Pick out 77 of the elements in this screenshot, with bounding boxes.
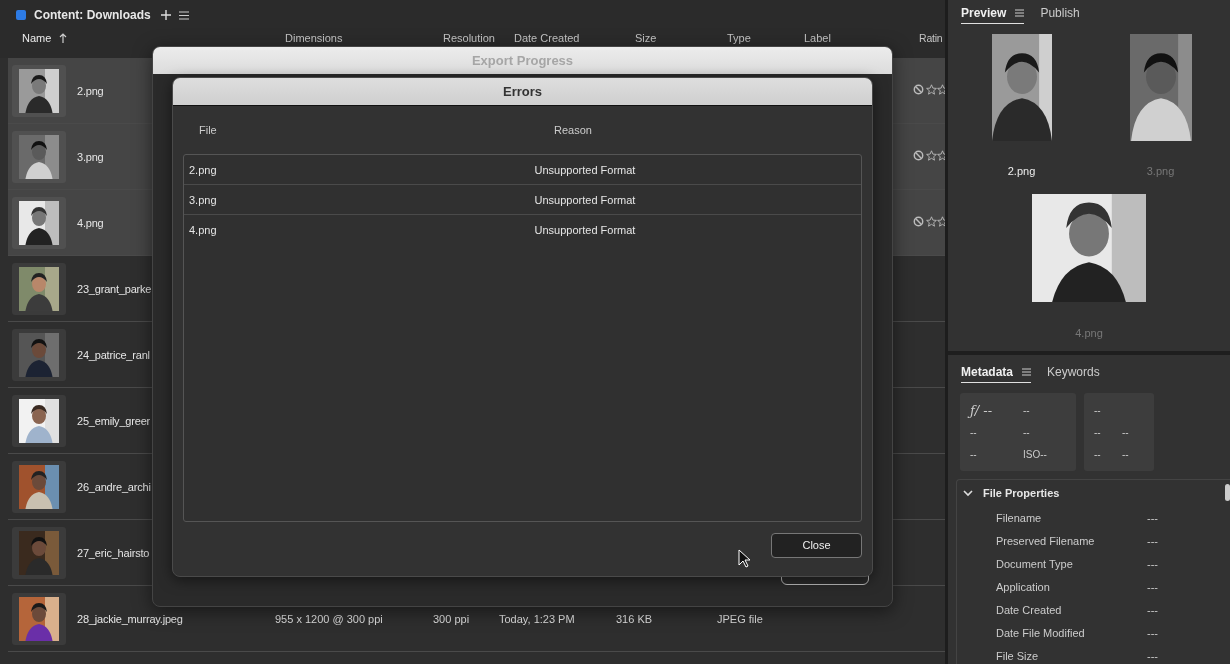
file-name: 2.png (77, 84, 104, 97)
close-button[interactable]: Close (771, 532, 862, 558)
table-cell-text: 955 x 1200 @ 300 ppi (275, 612, 384, 625)
property-value: --- (1147, 603, 1158, 616)
file-name: 23_grant_parke (77, 282, 152, 295)
reject-icon[interactable] (913, 216, 924, 227)
camera-value: -- (1094, 426, 1102, 438)
column-header[interactable]: Type (727, 32, 751, 44)
table-cell-text: Unsupported Format (533, 193, 637, 206)
table-cell-text: Unsupported Format (533, 163, 637, 176)
file-name: 3.png (77, 150, 104, 163)
reject-icon[interactable] (913, 84, 924, 95)
panel-tab[interactable]: Publish (1040, 6, 1080, 24)
camera-value: -- (970, 448, 978, 460)
file-name: 25_emily_greer (77, 414, 151, 427)
sort-arrow-icon[interactable] (59, 33, 68, 43)
property-value: --- (1147, 534, 1158, 547)
table-cell-text: 300 ppi (433, 612, 471, 625)
table-cell-text: 4.png (188, 223, 218, 236)
panel-icon (16, 10, 26, 20)
section-title[interactable]: File Properties (983, 487, 1060, 499)
star-rating-icon[interactable] (926, 84, 945, 95)
property-label: Filename (995, 511, 1043, 524)
column-header: File (198, 124, 218, 136)
column-header[interactable]: Date Created (514, 32, 580, 44)
camera-value: -- (1094, 448, 1102, 460)
camera-value: -- (1023, 404, 1031, 416)
scrollbar-thumb[interactable] (1225, 484, 1230, 501)
panel-tab[interactable]: Metadata (961, 365, 1031, 383)
file-name: 28_jackie_murray.jpeg (77, 612, 183, 625)
column-header[interactable]: Size (635, 32, 657, 44)
dialog-title: Export Progress (153, 47, 892, 74)
property-label: Date Created (995, 603, 1063, 616)
column-header[interactable]: Resolution (443, 32, 495, 44)
property-value: --- (1147, 580, 1158, 593)
property-value: --- (1147, 511, 1158, 524)
column-header[interactable]: Name (22, 32, 52, 44)
table-cell-text: 316 KB (616, 612, 654, 625)
table-cell-text: JPEG file (717, 612, 764, 625)
camera-value: ISO-- (1023, 448, 1048, 460)
thumbnail-label[interactable]: 2.png (1007, 165, 1036, 177)
camera-value: -- (1023, 426, 1031, 438)
panel-title: Content: Downloads (34, 8, 151, 22)
column-header: Reason (554, 124, 592, 136)
star-rating-icon[interactable] (926, 216, 945, 227)
property-value: --- (1147, 557, 1158, 570)
camera-value: -- (1122, 448, 1130, 460)
star-rating-icon[interactable] (926, 150, 945, 161)
menu-icon[interactable] (178, 10, 189, 20)
property-label: File Size (995, 649, 1040, 662)
property-value: --- (1147, 626, 1158, 639)
property-label: Date File Modified (995, 626, 1086, 639)
property-value: --- (1147, 649, 1158, 662)
file-name: 26_andre_archi (77, 480, 151, 493)
property-label: Application (995, 580, 1051, 593)
chevron-icon[interactable] (963, 489, 973, 497)
camera-value: -- (1094, 404, 1102, 416)
camera-value: -- (1122, 426, 1130, 438)
table-cell-text: 3.png (188, 193, 218, 206)
table-cell-text: Today, 1:23 PM (499, 612, 576, 625)
table-cell-text: Unsupported Format (533, 223, 637, 236)
camera-value: -- (970, 426, 978, 438)
panel-tab[interactable]: Preview (961, 6, 1025, 24)
cursor-icon (738, 549, 751, 568)
file-name: 24_patrice_ranl (77, 348, 150, 361)
table-cell-text: 2.png (188, 163, 218, 176)
add-icon[interactable] (160, 10, 171, 20)
file-name: 27_eric_hairsto (77, 546, 150, 559)
file-name: 4.png (77, 216, 104, 229)
property-label: Document Type (995, 557, 1074, 570)
column-header[interactable]: Label (804, 32, 831, 44)
dialog-title: Errors (173, 78, 872, 106)
property-label: Preserved Filename (995, 534, 1096, 547)
column-header[interactable]: Ratin (919, 32, 943, 44)
panel-tab[interactable]: Keywords (1047, 365, 1100, 383)
column-header[interactable]: Dimensions (285, 32, 343, 44)
reject-icon[interactable] (913, 150, 924, 161)
